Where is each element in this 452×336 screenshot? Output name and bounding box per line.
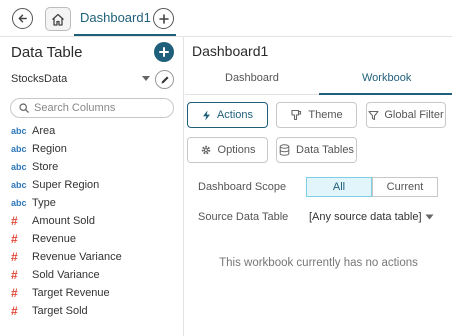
numeric-type-icon: # [11, 304, 18, 318]
lightning-icon [202, 110, 210, 120]
numeric-type-icon: # [11, 232, 18, 246]
numeric-type-icon: # [11, 250, 18, 264]
list-item[interactable]: abc Area [11, 122, 176, 140]
column-label: Store [32, 161, 59, 173]
list-item[interactable]: abc Super Region [11, 176, 176, 194]
list-item[interactable]: # Revenue [11, 230, 176, 248]
global-filter-button-label: Global Filter [384, 109, 444, 121]
data-source-name[interactable]: StocksData [11, 73, 67, 85]
top-bar: Dashboard1 [0, 0, 452, 37]
list-item[interactable]: # Amount Sold [11, 212, 176, 230]
active-tab-indicator [319, 93, 452, 95]
string-type-icon: abc [11, 144, 27, 154]
column-list: abc Area abc Region abc Store abc Super Regi… [11, 122, 176, 320]
database-icon [279, 144, 290, 156]
list-item[interactable]: abc Store [11, 158, 176, 176]
dashboard-tab-indicator [74, 34, 176, 36]
column-label: Target Revenue [32, 287, 110, 299]
search-columns-field[interactable] [10, 98, 174, 118]
dashboard-scope-toggle: All Current [306, 177, 438, 197]
column-label: Sold Variance [32, 269, 100, 281]
numeric-type-icon: # [11, 286, 18, 300]
source-data-table-label: Source Data Table [198, 211, 289, 223]
theme-button[interactable]: Theme [276, 102, 357, 128]
string-type-icon: abc [11, 198, 27, 208]
column-label: Super Region [32, 179, 100, 191]
page-title: Dashboard1 [192, 43, 269, 59]
column-label: Region [32, 143, 67, 155]
scope-option-all[interactable]: All [306, 177, 372, 197]
list-item[interactable]: # Target Revenue [11, 284, 176, 302]
plus-icon [159, 47, 169, 57]
tab-dashboard[interactable]: Dashboard [225, 72, 279, 84]
theme-icon [291, 109, 302, 121]
data-tables-button-label: Data Tables [296, 144, 354, 156]
dropdown-caret-icon[interactable] [141, 75, 151, 82]
list-item[interactable]: abc Type [11, 194, 176, 212]
add-dashboard-button[interactable] [153, 8, 174, 29]
string-type-icon: abc [11, 162, 27, 172]
properties-tabs: Dashboard Workbook [185, 65, 452, 95]
column-label: Type [32, 197, 56, 209]
list-item[interactable]: # Revenue Variance [11, 248, 176, 266]
column-label: Revenue [32, 233, 77, 245]
column-label: Target Sold [32, 305, 88, 317]
tab-workbook[interactable]: Workbook [362, 72, 411, 84]
data-tables-button[interactable]: Data Tables [276, 137, 357, 163]
empty-state-message: This workbook currently has no actions [219, 257, 418, 269]
edit-source-button[interactable] [155, 70, 174, 89]
list-item[interactable]: # Sold Variance [11, 266, 176, 284]
numeric-type-icon: # [11, 268, 18, 282]
data-table-panel: Data Table StocksData abc Area abc Region … [0, 37, 184, 336]
dashboard-tab[interactable]: Dashboard1 [80, 10, 151, 32]
global-filter-button[interactable]: Global Filter [366, 102, 446, 128]
actions-button-label: Actions [216, 109, 254, 121]
numeric-type-icon: # [11, 214, 18, 228]
pencil-icon [161, 76, 168, 83]
add-data-table-button[interactable] [154, 42, 174, 62]
string-type-icon: abc [11, 126, 27, 136]
column-label: Amount Sold [32, 215, 95, 227]
home-button[interactable] [45, 7, 71, 31]
dropdown-caret-icon[interactable] [425, 214, 434, 220]
search-icon [19, 103, 29, 113]
search-columns-input[interactable] [34, 102, 164, 114]
source-data-table-select[interactable]: [Any source data table] [309, 211, 422, 223]
actions-button[interactable]: Actions [187, 102, 268, 128]
properties-panel: Dashboard1 Dashboard Workbook Actions Th… [185, 37, 452, 336]
panel-title: Data Table [11, 44, 83, 61]
theme-button-label: Theme [308, 109, 343, 121]
options-button-label: Options [217, 144, 256, 156]
back-button[interactable] [12, 8, 33, 29]
filter-icon [368, 110, 379, 120]
column-label: Area [32, 125, 56, 137]
column-label: Revenue Variance [32, 251, 122, 263]
list-item[interactable]: abc Region [11, 140, 176, 158]
string-type-icon: abc [11, 180, 27, 190]
list-item[interactable]: # Target Sold [11, 302, 176, 320]
scope-option-current[interactable]: Current [372, 178, 437, 196]
home-icon [52, 13, 64, 26]
arrow-left-icon [18, 14, 27, 23]
options-button[interactable]: Options [187, 137, 268, 163]
plus-icon [158, 13, 169, 24]
gear-icon [201, 145, 210, 155]
dashboard-scope-label: Dashboard Scope [198, 181, 287, 193]
